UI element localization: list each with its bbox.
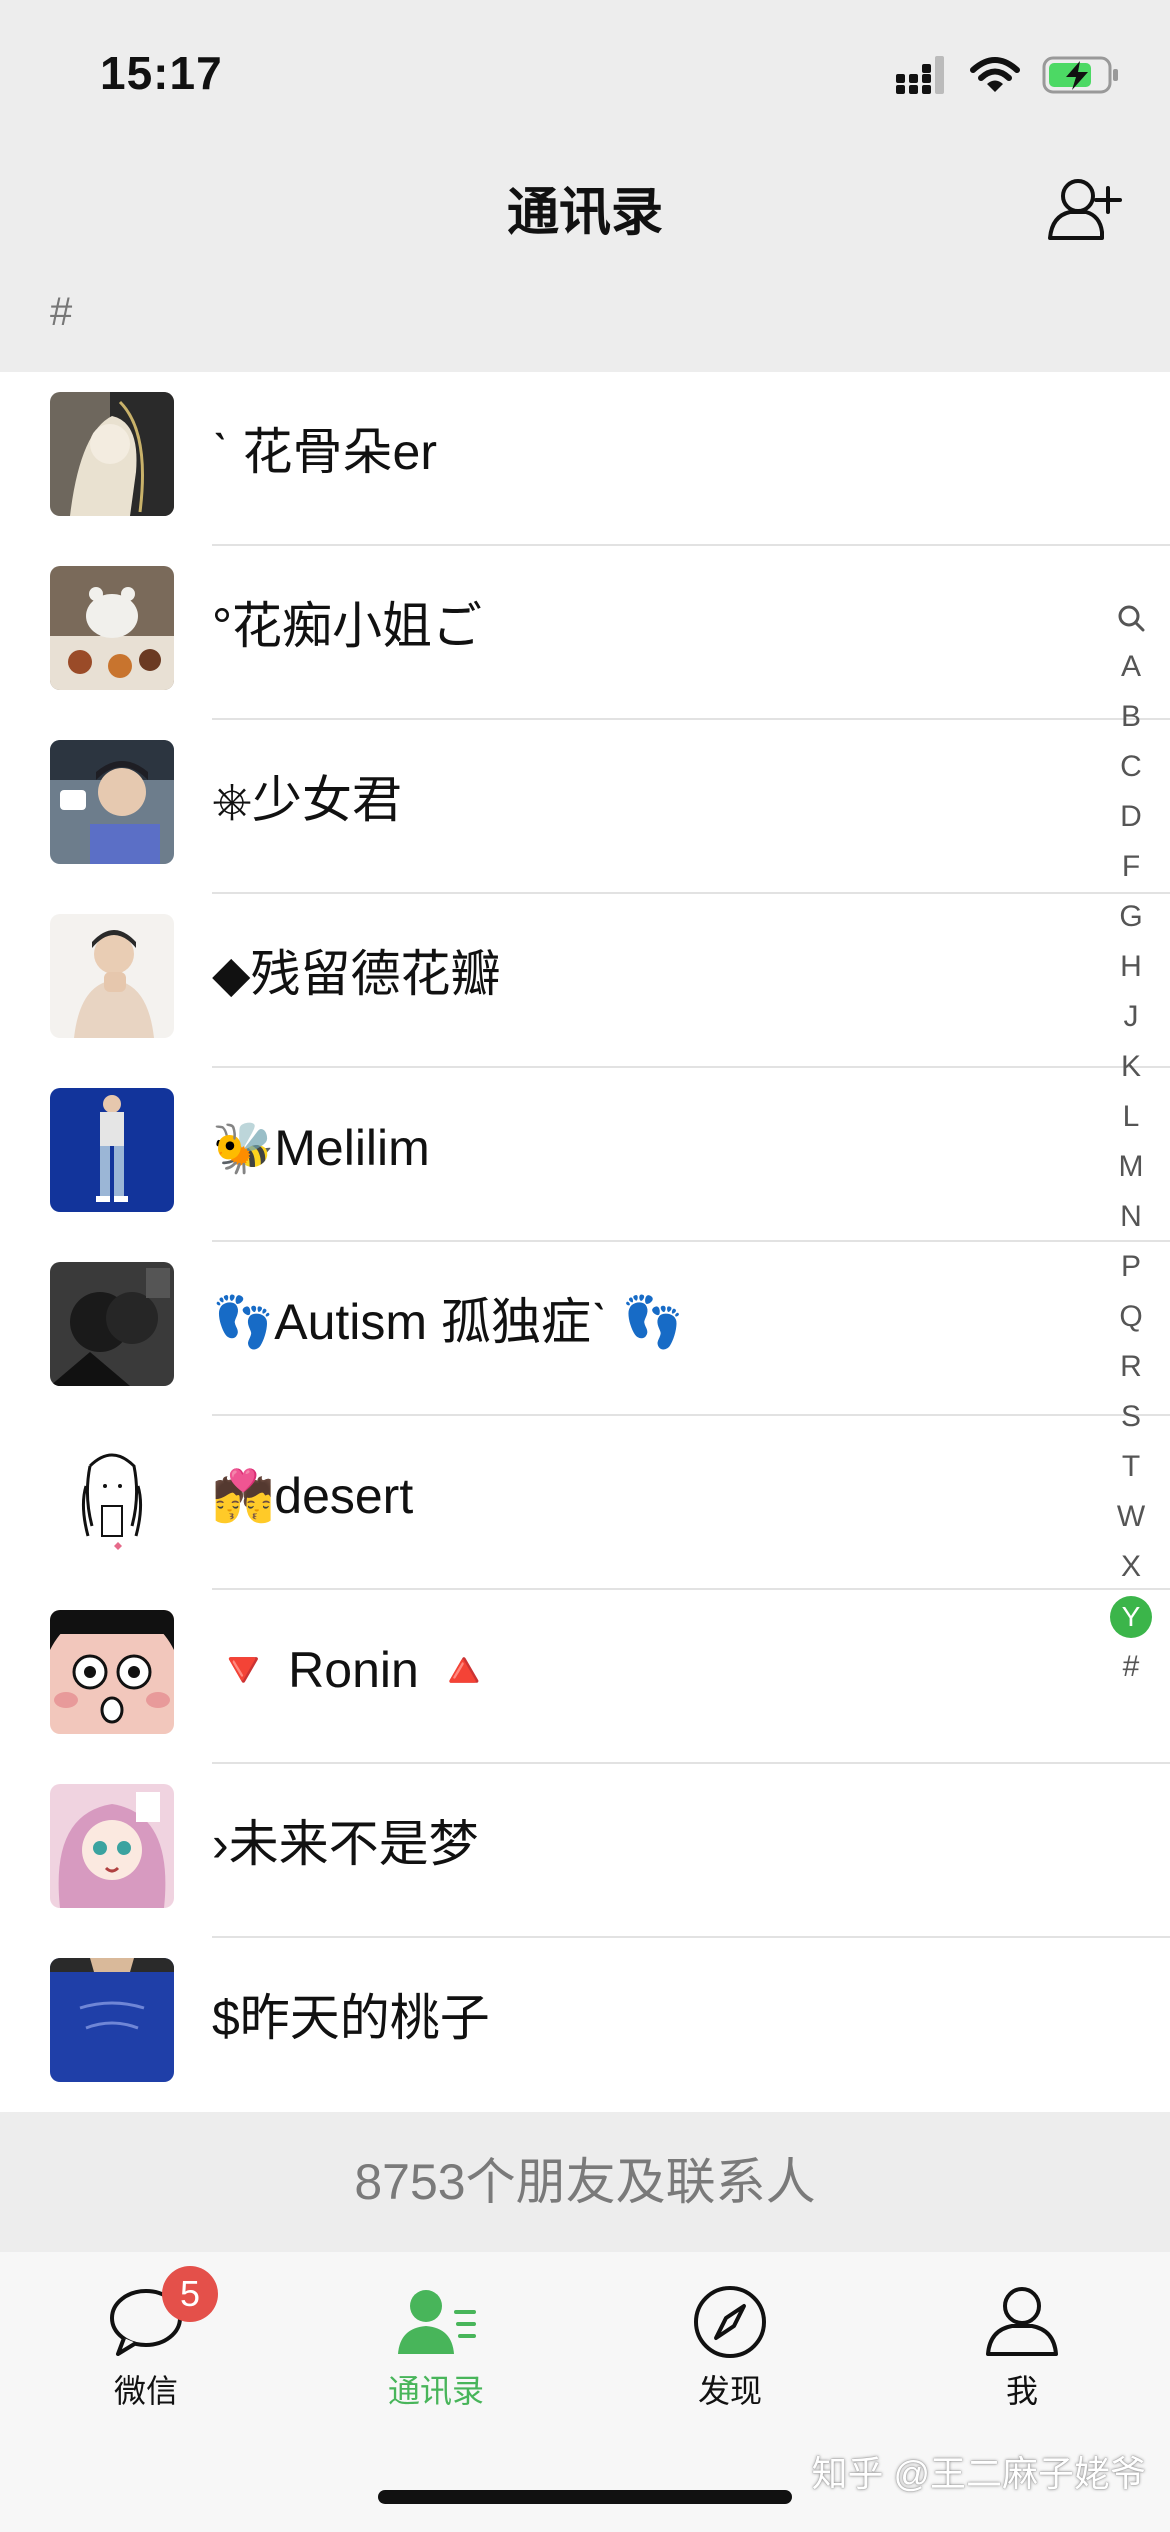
avatar [50,1436,174,1560]
page-title: 通讯录 [506,184,663,242]
contact-row[interactable]: 👣Autism 孤独症ˋ 👣 [0,1242,1170,1416]
index-letter[interactable]: G [1106,892,1156,942]
contact-row[interactable]: ◆残留德花瓣 [0,894,1170,1068]
index-letter[interactable]: H [1106,942,1156,992]
index-letter[interactable]: L [1106,1092,1156,1142]
avatar [50,1262,174,1386]
index-letter-active[interactable]: Y [1106,1592,1156,1642]
index-letter[interactable]: R [1106,1342,1156,1392]
index-letter[interactable]: B [1106,692,1156,742]
tab-chats[interactable]: 5 微信 [66,2266,226,2412]
index-letter[interactable]: P [1106,1242,1156,1292]
contact-name: ◆残留德花瓣 [212,946,501,1002]
avatar [50,1088,174,1212]
contact-name: 👣Autism 孤独症ˋ 👣 [212,1294,684,1350]
contact-row[interactable]: $昨天的桃子 [0,1938,1170,2112]
contact-row[interactable]: ˋ 花骨朵er [0,372,1170,546]
contact-count: 8753个朋友及联系人 [0,2112,1170,2252]
section-header: # [50,290,73,334]
avatar [50,566,174,690]
home-indicator[interactable] [378,2490,792,2504]
avatar [50,392,174,516]
contact-row[interactable]: 🐝Melilim [0,1068,1170,1242]
status-icons [894,50,1120,100]
index-letter[interactable]: # [1106,1642,1156,1692]
watermark: 知乎 @王二麻子姥爷 [811,2453,1146,2494]
contact-name: 🔻 Ronin 🔺 [212,1642,495,1698]
contact-row[interactable]: 💏desert [0,1416,1170,1590]
unread-badge: 5 [162,2266,218,2322]
contact-row[interactable]: ›未来不是梦 [0,1764,1170,1938]
index-active-letter: Y [1110,1596,1152,1638]
index-letter[interactable]: S [1106,1392,1156,1442]
person-icon [986,2287,1058,2356]
status-time: 15:17 [100,47,223,99]
index-letter[interactable]: A [1106,642,1156,692]
avatar [50,1784,174,1908]
contact-row[interactable]: 🔻 Ronin 🔺 [0,1590,1170,1764]
contacts-icon [398,2290,476,2354]
contact-name: 🐝Melilim [212,1120,430,1176]
tab-label: 我 [1005,2373,1038,2409]
contact-row[interactable]: ⎈少女君 [0,720,1170,894]
index-letter[interactable]: Q [1106,1292,1156,1342]
avatar [50,1610,174,1734]
tab-discover[interactable]: 发现 [650,2282,810,2412]
cellular-signal-icon [896,56,944,94]
tab-me[interactable]: 我 [942,2282,1102,2412]
contact-name: ⎈少女君 [212,772,402,828]
contact-name: ›未来不是梦 [212,1816,479,1872]
battery-charging-icon [1042,56,1118,94]
index-letter[interactable]: T [1106,1442,1156,1492]
contact-row[interactable]: °花痴小姐ご [0,546,1170,720]
avatar [50,740,174,864]
avatar [50,914,174,1038]
index-letter[interactable]: X [1106,1542,1156,1592]
index-letter[interactable]: K [1106,1042,1156,1092]
tab-label: 微信 [113,2373,178,2409]
contact-list: ˋ 花骨朵er °花痴小姐ご ⎈少女君 ◆残留德花瓣 🐝Melilim 👣Aut… [0,372,1170,2112]
index-letter[interactable]: F [1106,842,1156,892]
wifi-icon [970,57,1020,92]
alphabet-index[interactable]: A B C D F G H J K L M N P Q R S T W X Y … [1106,592,1156,1692]
index-letter[interactable]: C [1106,742,1156,792]
contact-name: ˋ 花骨朵er [212,424,437,480]
contact-name: $昨天的桃子 [212,1990,490,2046]
tab-contacts[interactable]: 通讯录 [356,2282,516,2412]
contact-name: °花痴小姐ご [212,598,482,654]
tab-label: 通讯录 [387,2373,484,2409]
contact-name: 💏desert [212,1468,414,1524]
index-letter[interactable]: J [1106,992,1156,1042]
add-contact-button[interactable] [1046,170,1124,248]
add-contact-icon [1048,179,1122,240]
avatar [50,1958,174,2082]
status-bar: 15:17 [0,0,1170,140]
compass-icon [694,2286,766,2358]
index-letter[interactable]: D [1106,792,1156,842]
index-letter[interactable]: N [1106,1192,1156,1242]
index-search-icon[interactable] [1106,592,1156,642]
tab-label: 发现 [697,2373,762,2409]
index-letter[interactable]: W [1106,1492,1156,1542]
index-letter[interactable]: M [1106,1142,1156,1192]
nav-bar: 通讯录 [0,140,1170,275]
